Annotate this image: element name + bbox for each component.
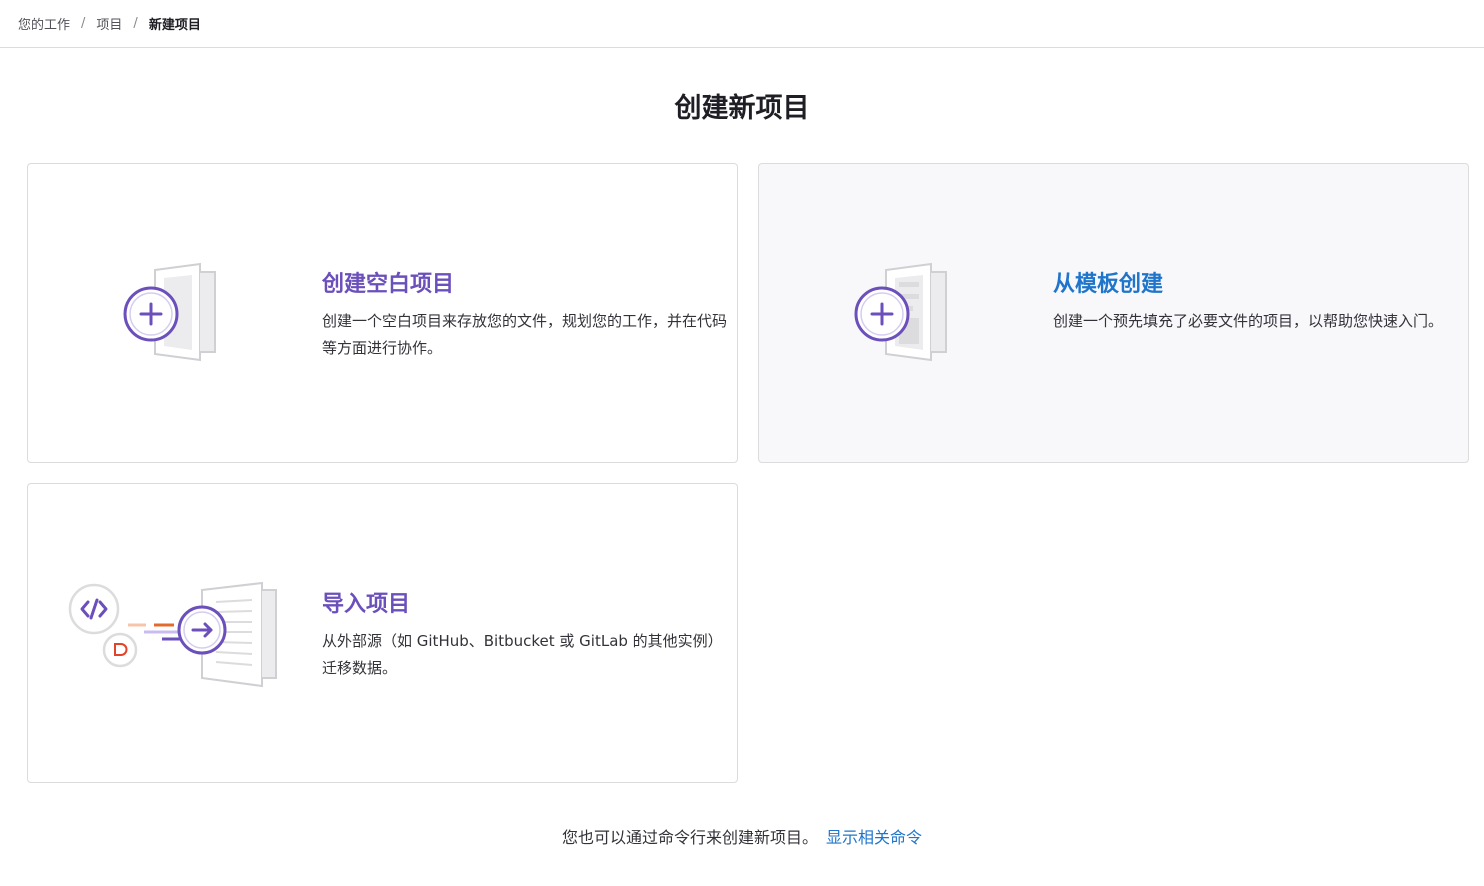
breadcrumb-your-work[interactable]: 您的工作 bbox=[18, 14, 70, 33]
card-title: 导入项目 bbox=[322, 592, 411, 617]
breadcrumb: 您的工作 / 项目 / 新建项目 bbox=[0, 0, 1484, 48]
card-description: 创建一个空白项目来存放您的文件，规划您的工作，并在代码等方面进行协作。 bbox=[322, 312, 728, 357]
card-title: 从模板创建 bbox=[1053, 272, 1164, 297]
card-title: 创建空白项目 bbox=[322, 272, 455, 297]
show-commands-link[interactable]: 显示相关命令 bbox=[826, 828, 922, 847]
breadcrumb-new-project: 新建项目 bbox=[148, 18, 201, 33]
blank-project-icon bbox=[123, 262, 216, 362]
card-description: 创建一个预先填充了必要文件的项目，以帮助您快速入门。 bbox=[1053, 312, 1444, 330]
breadcrumb-separator: / bbox=[81, 16, 86, 31]
breadcrumb-projects[interactable]: 项目 bbox=[96, 14, 122, 33]
template-project-icon bbox=[854, 262, 947, 362]
command-line-hint: 您也可以通过命令行来创建新项目。 显示相关命令 bbox=[0, 824, 1484, 848]
import-project-icon bbox=[68, 581, 277, 688]
breadcrumb-separator: / bbox=[133, 16, 138, 31]
card-description: 从外部源（如 GitHub、Bitbucket 或 GitLab 的其他实例）迁… bbox=[322, 632, 723, 677]
create-blank-project-card[interactable]: 创建空白项目 创建一个空白项目来存放您的文件，规划您的工作，并在代码等方面进行协… bbox=[27, 163, 738, 463]
page-title: 创建新项目 bbox=[674, 93, 810, 124]
import-project-card[interactable]: 导入项目 从外部源（如 GitHub、Bitbucket 或 GitLab 的其… bbox=[27, 483, 738, 783]
command-line-text: 您也可以通过命令行来创建新项目。 bbox=[561, 828, 818, 847]
create-from-template-card[interactable]: 从模板创建 创建一个预先填充了必要文件的项目，以帮助您快速入门。 bbox=[758, 163, 1469, 463]
